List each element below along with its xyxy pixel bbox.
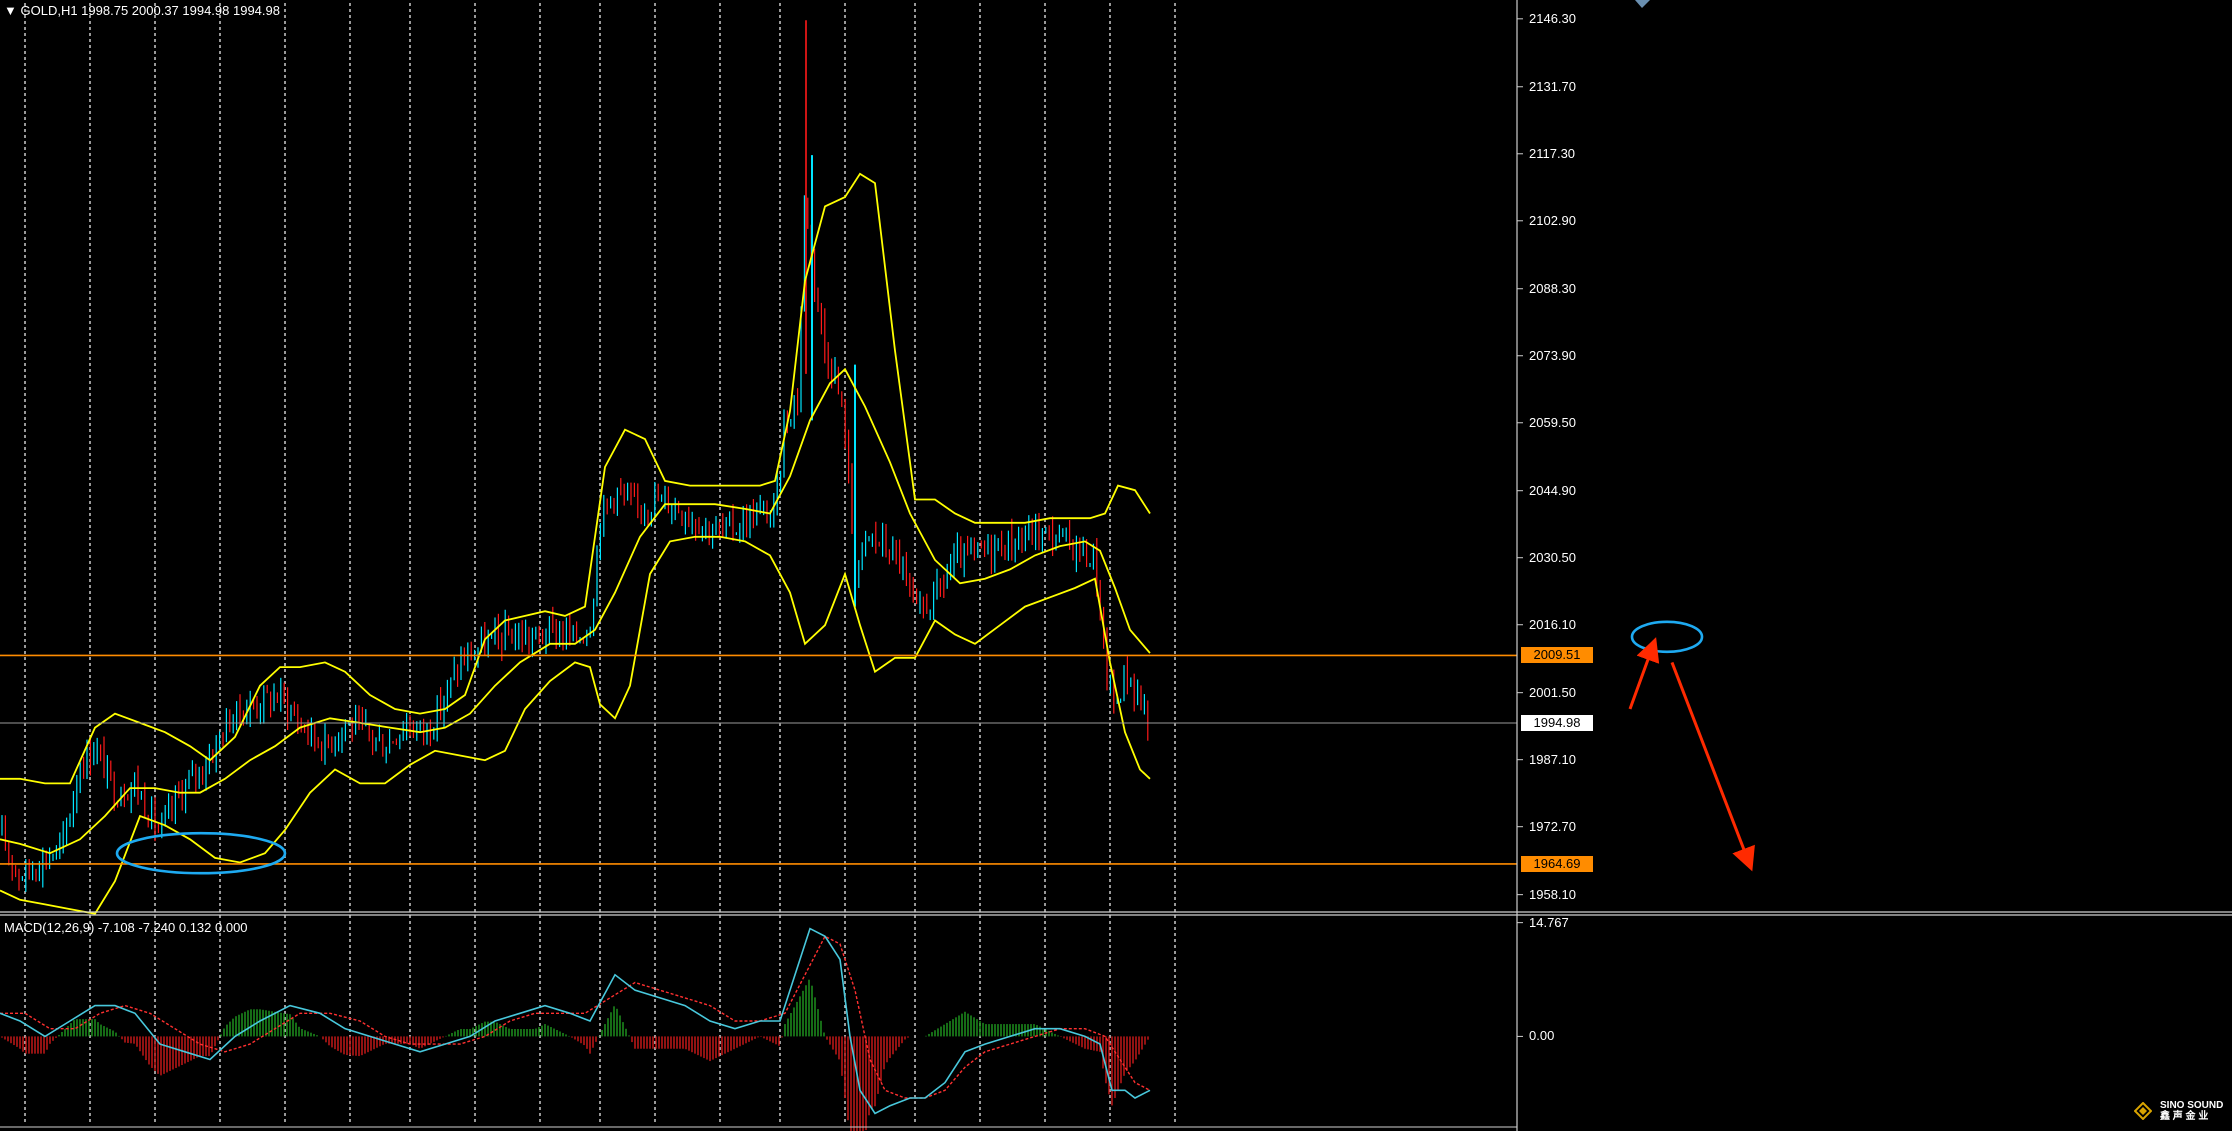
axis-tick-label: 1958.10: [1529, 886, 1576, 902]
axis-tick-label: 14.767: [1529, 914, 1569, 930]
up-arrow: [1628, 637, 1660, 710]
price-pane: [0, 20, 1755, 915]
axis-tick-label: 1987.10: [1529, 751, 1576, 767]
down-arrow: [1670, 661, 1755, 872]
bollinger_upper-line: [0, 172, 1151, 785]
price-levels: [0, 654, 1517, 865]
symbol-title-text: GOLD,H1 1998.75 2000.37 1994.98 1994.98: [20, 3, 281, 18]
watermark-logo: SINO SOUND 鑫 声 金 业: [2134, 1098, 2226, 1126]
pane-frames: [0, 0, 2232, 1131]
annotations: [115, 620, 1755, 875]
axis-tick-label: 2117.30: [1529, 145, 1576, 161]
axis-tick-label: 2001.50: [1529, 684, 1576, 700]
target-ellipse: [1630, 620, 1704, 654]
axis-tick-label: 2146.30: [1529, 10, 1576, 26]
chart-canvas: [0, 0, 2232, 1131]
axis-tick-label: 1972.70: [1529, 818, 1576, 834]
symbol-title[interactable]: ▼ GOLD,H1 1998.75 2000.37 1994.98 1994.9…: [4, 3, 280, 19]
macd-pane: [0, 927, 1151, 1131]
price-tag: 1994.98: [1521, 715, 1593, 732]
price-tag: 1964.69: [1521, 855, 1593, 872]
axis-tick-label: 2016.10: [1529, 616, 1576, 632]
shift-marker-icon: [1635, 0, 1650, 8]
candles: [1, 20, 1149, 892]
price-tag: 2009.51: [1521, 647, 1593, 664]
axis-tick-label: 2131.70: [1529, 78, 1576, 94]
axis-tick-label: 2030.50: [1529, 549, 1576, 565]
price-axis: [1517, 18, 1523, 1037]
macd-title: MACD(12,26,9) -7.108 -7.240 0.132 0.000: [4, 920, 248, 935]
bollinger_lower-line: [0, 535, 1151, 915]
vertical-grid: [24, 3, 1176, 1125]
macd-signal-line: [0, 935, 1151, 1099]
triangle-down-icon[interactable]: ▼: [4, 3, 17, 18]
axis-tick-label: 2059.50: [1529, 414, 1576, 430]
axis-tick-label: 2088.30: [1529, 280, 1576, 296]
axis-tick-label: 2102.90: [1529, 212, 1576, 228]
axis-tick-label: 2044.90: [1529, 482, 1576, 498]
diamond-logo-icon: [2134, 1102, 2152, 1120]
axis-tick-label: 2073.90: [1529, 347, 1576, 363]
axis-tick-label: 0.00: [1529, 1028, 1555, 1044]
support-ellipse: [115, 831, 287, 875]
watermark-text: SINO SOUND 鑫 声 金 业: [2160, 1100, 2224, 1122]
